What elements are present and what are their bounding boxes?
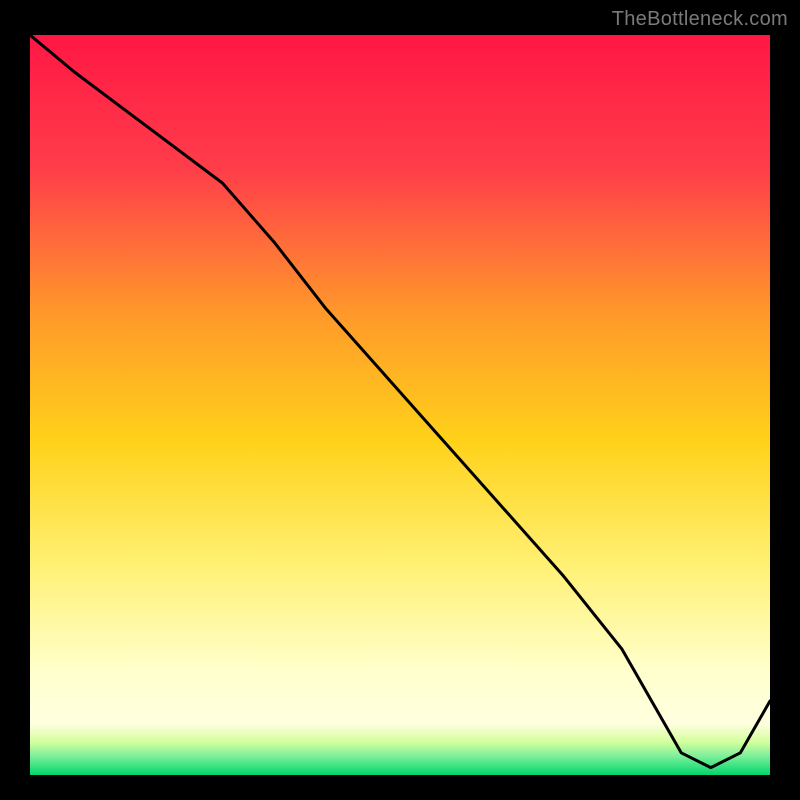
watermark-text: TheBottleneck.com: [612, 8, 788, 31]
plot-area: [30, 35, 770, 775]
data-line-layer: [30, 35, 770, 775]
chart-container: TheBottleneck.com: [0, 0, 800, 800]
data-line: [30, 35, 770, 768]
